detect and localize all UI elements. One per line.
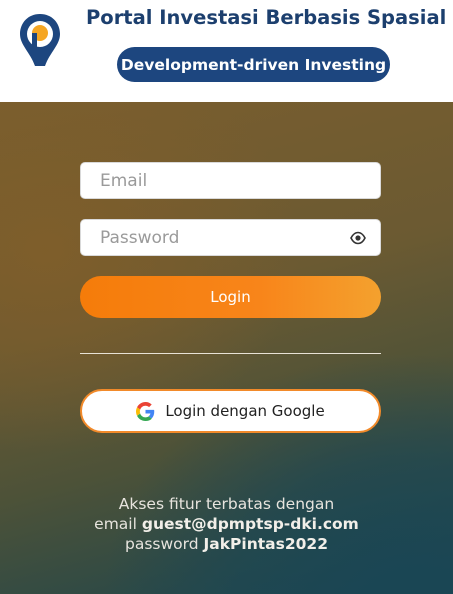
guest-access-info: Akses fitur terbatas dengan email guest@… (0, 494, 453, 554)
google-login-label: Login dengan Google (165, 402, 325, 420)
email-input[interactable] (81, 163, 380, 198)
login-panel: Login Login dengan Google Akses fitur te… (0, 102, 453, 594)
login-button[interactable]: Login (80, 276, 381, 318)
info-line1: Akses fitur terbatas dengan (118, 495, 335, 513)
google-g-icon (136, 401, 155, 421)
eye-icon[interactable] (350, 231, 366, 245)
info-password-prefix: password (124, 535, 199, 553)
password-input[interactable] (81, 220, 380, 255)
email-field-wrapper (80, 162, 381, 199)
tagline-badge: Development-driven Investing (117, 47, 390, 82)
info-line2: email guest@dpmptsp-dki.com (0, 514, 453, 534)
password-field-wrapper (80, 219, 381, 256)
info-email-prefix: email (94, 515, 137, 533)
site-header: Portal Investasi Berbasis Spasial Develo… (0, 0, 453, 102)
info-line3: password JakPintas2022 (0, 534, 453, 554)
login-button-label: Login (210, 288, 251, 306)
guest-email: guest@dpmptsp-dki.com (141, 515, 359, 533)
google-login-button[interactable]: Login dengan Google (80, 389, 381, 433)
guest-password: JakPintas2022 (203, 535, 328, 553)
portal-title: Portal Investasi Berbasis Spasial (86, 6, 447, 29)
map-pin-logo-icon[interactable] (18, 12, 62, 68)
divider (80, 353, 381, 354)
tagline-text: Development-driven Investing (120, 55, 387, 74)
